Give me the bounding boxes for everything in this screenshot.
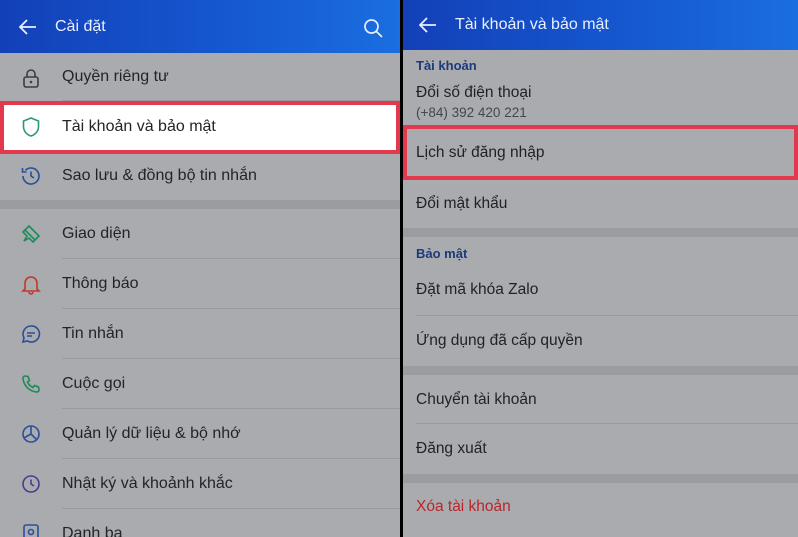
settings-item-label: Tài khoản và bảo mật [62, 118, 216, 135]
section-header-security: Bảo mật [416, 246, 468, 261]
paint-brush-icon [21, 224, 41, 244]
chat-icon [21, 325, 41, 344]
settings-item-data-storage[interactable]: Quản lý dữ liệu & bộ nhớ [0, 409, 400, 459]
logout-label: Đăng xuất [416, 440, 487, 457]
history-icon [21, 167, 40, 185]
change-phone-row[interactable]: Tài khoản Đổi số điện thoại (+84) 392 42… [403, 50, 798, 125]
search-icon[interactable] [363, 18, 383, 38]
settings-item-label: Quản lý dữ liệu & bộ nhớ [62, 425, 241, 442]
change-phone-label: Đổi số điện thoại [416, 84, 532, 101]
section-gap [403, 474, 798, 483]
set-lock-row[interactable]: Bảo mật Đặt mã khóa Zalo [403, 237, 798, 316]
delete-account-row[interactable]: Xóa tài khoản [403, 483, 798, 537]
settings-item-label: Giao diện [62, 225, 131, 242]
bell-icon [21, 276, 41, 295]
phone-number-value: (+84) 392 420 221 [416, 105, 527, 120]
settings-item-label: Cuộc gọi [62, 375, 126, 392]
authorized-apps-row[interactable]: Ứng dụng đã cấp quyền [403, 316, 798, 366]
login-history-row[interactable]: Lịch sử đăng nhập [403, 125, 798, 180]
account-security-header: Tài khoản và bảo mật [403, 0, 798, 50]
settings-item-messages[interactable]: Tin nhắn [0, 309, 400, 359]
account-security-panel: Tài khoản và bảo mật Tài khoản Đổi số đi… [403, 0, 798, 537]
settings-item-label: Nhật ký và khoảnh khắc [62, 475, 233, 492]
pie-chart-icon [22, 425, 40, 443]
settings-item-label: Sao lưu & đồng bộ tin nhắn [62, 167, 257, 184]
clock-icon [22, 475, 40, 493]
switch-account-row[interactable]: Chuyển tài khoản [403, 375, 798, 424]
phone-icon [22, 375, 40, 393]
page-title: Cài đặt [55, 17, 106, 35]
settings-item-notifications[interactable]: Thông báo [0, 259, 400, 309]
page-title: Tài khoản và bảo mật [455, 16, 609, 33]
section-gap [403, 228, 798, 237]
back-arrow-icon[interactable] [419, 17, 437, 33]
settings-item-account-security[interactable]: Tài khoản và bảo mật [0, 101, 400, 154]
settings-item-contacts[interactable]: Danh bạ [0, 509, 400, 537]
back-arrow-icon[interactable] [19, 18, 37, 35]
change-password-row[interactable]: Đổi mật khẩu [403, 180, 798, 228]
set-lock-label: Đặt mã khóa Zalo [416, 281, 539, 298]
delete-account-label: Xóa tài khoản [416, 498, 511, 515]
settings-item-label: Thông báo [62, 275, 139, 292]
settings-item-calls[interactable]: Cuộc gọi [0, 359, 400, 409]
section-gap [403, 366, 798, 375]
logout-row[interactable]: Đăng xuất [403, 424, 798, 474]
section-header-account: Tài khoản [416, 58, 477, 73]
settings-panel: Cài đặt Quyền riêng tư Tài khoản và bảo … [0, 0, 400, 537]
settings-item-label: Danh bạ [62, 525, 123, 537]
settings-item-label: Quyền riêng tư [62, 68, 169, 85]
switch-account-label: Chuyển tài khoản [416, 391, 537, 408]
authorized-apps-label: Ứng dụng đã cấp quyền [416, 332, 583, 349]
shield-icon [22, 117, 40, 137]
settings-item-theme[interactable]: Giao diện [0, 209, 400, 259]
settings-item-privacy[interactable]: Quyền riêng tư [0, 53, 400, 101]
change-password-label: Đổi mật khẩu [416, 195, 508, 212]
contacts-icon [23, 524, 39, 537]
settings-item-timeline[interactable]: Nhật ký và khoảnh khắc [0, 459, 400, 509]
section-gap [0, 200, 400, 209]
settings-item-label: Tin nhắn [62, 325, 124, 342]
login-history-label: Lịch sử đăng nhập [416, 144, 545, 161]
lock-icon [23, 69, 39, 88]
settings-header: Cài đặt [0, 0, 400, 53]
settings-item-backup[interactable]: Sao lưu & đồng bộ tin nhắn [0, 154, 400, 200]
